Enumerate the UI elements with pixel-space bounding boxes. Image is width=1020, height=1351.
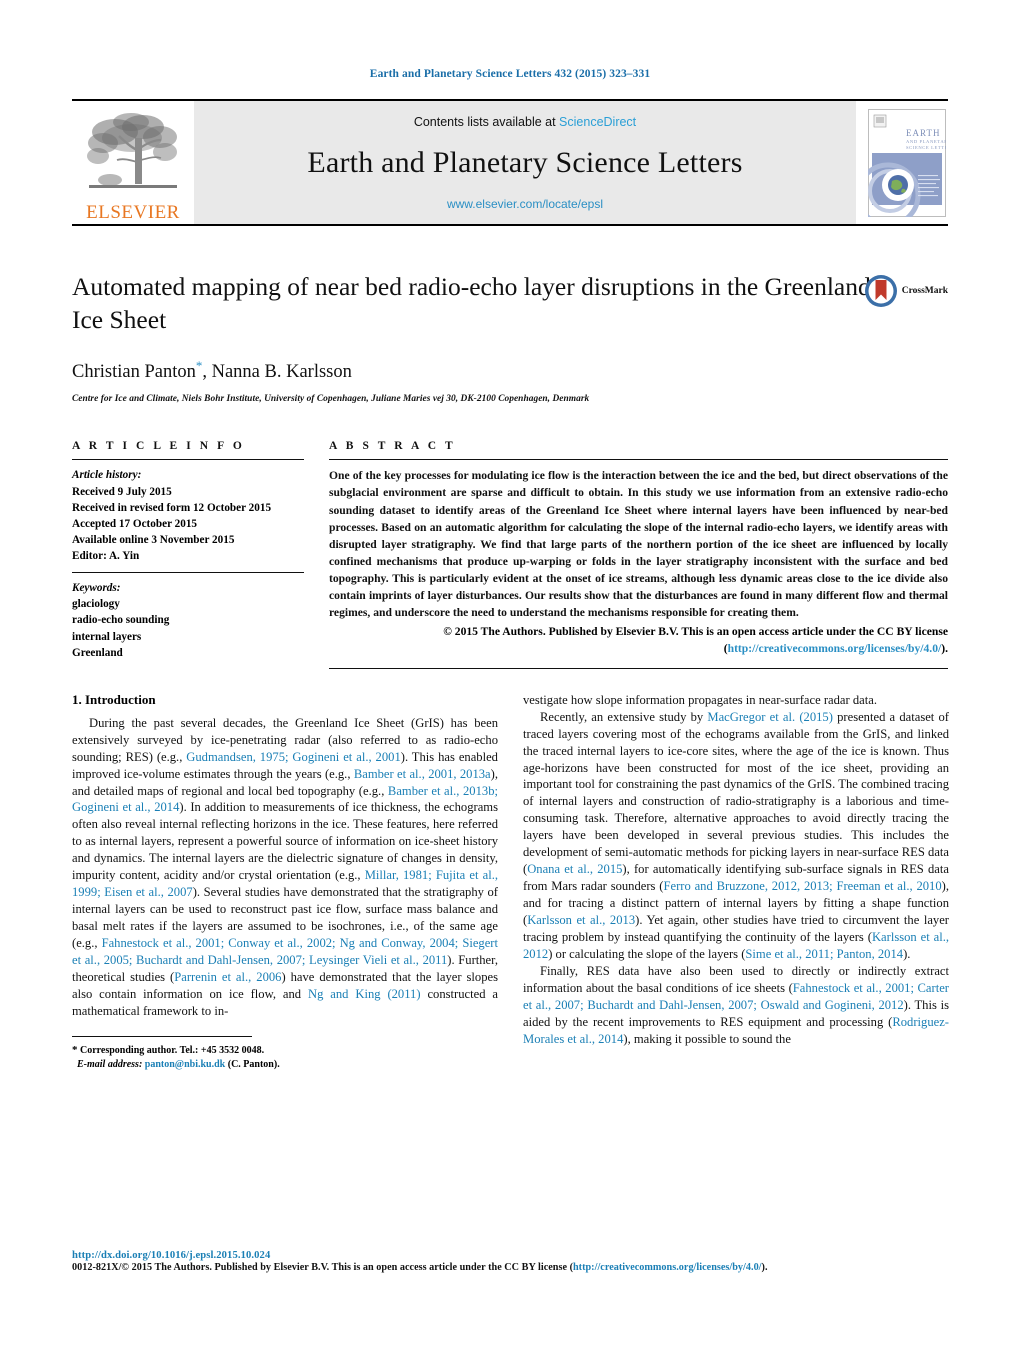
elsevier-logo: ELSEVIER [72,101,194,224]
paragraph-text: ). [903,946,911,961]
section-title-introduction: 1. Introduction [72,691,156,707]
corresponding-author-footnote: * Corresponding author. Tel.: +45 3532 0… [72,1035,280,1073]
paragraph: Finally, RES data have also been used to… [523,963,949,1048]
paragraph: Recently, an extensive study by MacGrego… [523,709,949,963]
keyword-item: radio-echo sounding [72,614,170,627]
journal-cover-thumbnail: EARTH AND PLANETARY SCIENCE LETTERS [856,101,948,224]
copyright-text: © 2015 The Authors. Published by Elsevie… [443,624,948,638]
svg-text:SCIENCE LETTERS: SCIENCE LETTERS [906,145,946,150]
article-history-item: Editor: A. Yin [72,550,140,563]
citation-link[interactable]: Sime et al., 2011; Panton, 2014 [745,947,903,961]
keyword-item: glaciology [72,598,120,611]
abstract-text: One of the key processes for modulating … [329,469,948,619]
license-paren-close: ). [941,641,948,655]
author-list: Christian Panton*, Nanna B. Karlsson [72,358,948,383]
citation-link[interactable]: MacGregor et al. (2015) [707,710,833,724]
elsevier-tree-icon [87,113,177,188]
journal-article-page: Earth and Planetary Science Letters 432 … [0,0,1020,1351]
info-abstract-row: A R T I C L E I N F O Article history: R… [72,440,948,669]
svg-text:EARTH: EARTH [906,128,940,138]
paragraph-text: presented a dataset of traced layers cov… [523,709,949,877]
journal-header-center: Contents lists available at ScienceDirec… [194,101,856,224]
footer-license-link[interactable]: http://creativecommons.org/licenses/by/4… [573,1262,762,1273]
footnote-corresponding-text: Corresponding author. Tel.: +45 3532 004… [80,1044,265,1056]
keywords-label: Keywords: [72,582,121,595]
citation-link[interactable]: Ferro and Bruzzone, 2012, 2013; Freeman … [663,879,941,893]
abstract-copyright: © 2015 The Authors. Published by Elsevie… [329,623,948,657]
paragraph-text: ) or calculating the slope of the layers… [548,946,746,961]
crossmark-badge[interactable]: CrossMark [864,274,948,308]
article-info-column: A R T I C L E I N F O Article history: R… [72,440,304,668]
citation-link[interactable]: Gudmandsen, 1975; Gogineni et al., 2001 [186,750,400,764]
elsevier-wordmark: ELSEVIER [86,202,180,223]
email-label: E-mail address: [77,1059,143,1071]
citation-link[interactable]: Parrenin et al., 2006 [174,970,281,984]
page-title: Automated mapping of near bed radio-echo… [72,272,871,335]
page-footer: http://dx.doi.org/10.1016/j.epsl.2015.10… [72,1250,948,1273]
affiliation: Centre for Ice and Climate, Niels Bohr I… [72,394,590,405]
title-block: Automated mapping of near bed radio-echo… [72,270,948,336]
issn-prefix: 0012-821X/© 2015 The Authors. Published … [72,1262,573,1273]
abstract-bottom-rule [329,667,948,669]
footnote-star: * [72,1043,78,1056]
abstract-column: A B S T R A C T One of the key processes… [329,440,948,669]
paragraph-text: Recently, an extensive study by [540,709,708,724]
citation-link[interactable]: Onana et al., 2015 [527,862,622,876]
citation-link[interactable]: Karlsson et al., 2013 [527,913,635,927]
body-column-right: vestigate how slope information propagat… [523,692,949,1073]
article-history-item: Received in revised form 12 October 2015 [72,501,272,514]
journal-cover-image: EARTH AND PLANETARY SCIENCE LETTERS [868,108,946,217]
body-columns: 1. Introduction During the past several … [72,692,949,1073]
body-column-left: 1. Introduction During the past several … [72,692,498,1073]
footnote-email-line: E-mail address: panton@nbi.ku.dk (C. Pan… [72,1058,280,1072]
article-info-rule [72,459,304,461]
doi-link[interactable]: http://dx.doi.org/10.1016/j.epsl.2015.10… [72,1250,948,1261]
crossmark-label: CrossMark [901,286,948,296]
journal-url-link[interactable]: www.elsevier.com/locate/epsl [447,197,603,211]
svg-text:AND PLANETARY: AND PLANETARY [906,139,946,144]
paragraph-text: ), making it possible to sound the [623,1031,791,1046]
article-history-item: Accepted 17 October 2015 [72,517,198,530]
contents-available-line: Contents lists available at ScienceDirec… [414,115,636,129]
author-name-1: Christian Panton [72,362,196,383]
paragraph-text: vestigate how slope information propagat… [523,692,877,707]
crossmark-icon [864,275,897,307]
paragraph: During the past several decades, the Gre… [72,715,498,1020]
keyword-item: Greenland [72,646,123,659]
abstract-heading: A B S T R A C T [329,440,456,453]
keyword-item: internal layers [72,630,142,643]
keywords-rule [72,572,304,574]
author-name-2: , Nanna B. Karlsson [202,362,352,383]
issn-suffix: ). [761,1262,768,1273]
license-link[interactable]: http://creativecommons.org/licenses/by/4… [728,642,942,655]
abstract-rule [329,459,948,461]
article-history-item: Received 9 July 2015 [72,485,172,498]
issn-copyright-line: 0012-821X/© 2015 The Authors. Published … [72,1262,948,1273]
article-info-heading: A R T I C L E I N F O [72,440,245,453]
email-suffix: (C. Panton). [227,1059,280,1071]
email-link[interactable]: panton@nbi.ku.dk [145,1059,225,1070]
running-head: Earth and Planetary Science Letters 432 … [369,68,651,80]
contents-prefix: Contents lists available at [413,115,560,129]
journal-header-band: ELSEVIER Contents lists available at Sci… [72,99,948,226]
citation-link[interactable]: Ng and King (2011) [308,987,421,1001]
journal-title: Earth and Planetary Science Letters [307,146,743,179]
article-history-label: Article history: [72,469,142,482]
footnote-corresponding-line: * Corresponding author. Tel.: +45 3532 0… [72,1043,264,1059]
citation-link[interactable]: Bamber et al., 2001, 2013a [354,767,491,781]
article-history-item: Available online 3 November 2015 [72,533,235,546]
paragraph: vestigate how slope information propagat… [523,692,949,709]
citation-link[interactable]: Fahnestock et al., 2001; Conway et al., … [72,936,498,967]
sciencedirect-link[interactable]: ScienceDirect [559,115,636,129]
